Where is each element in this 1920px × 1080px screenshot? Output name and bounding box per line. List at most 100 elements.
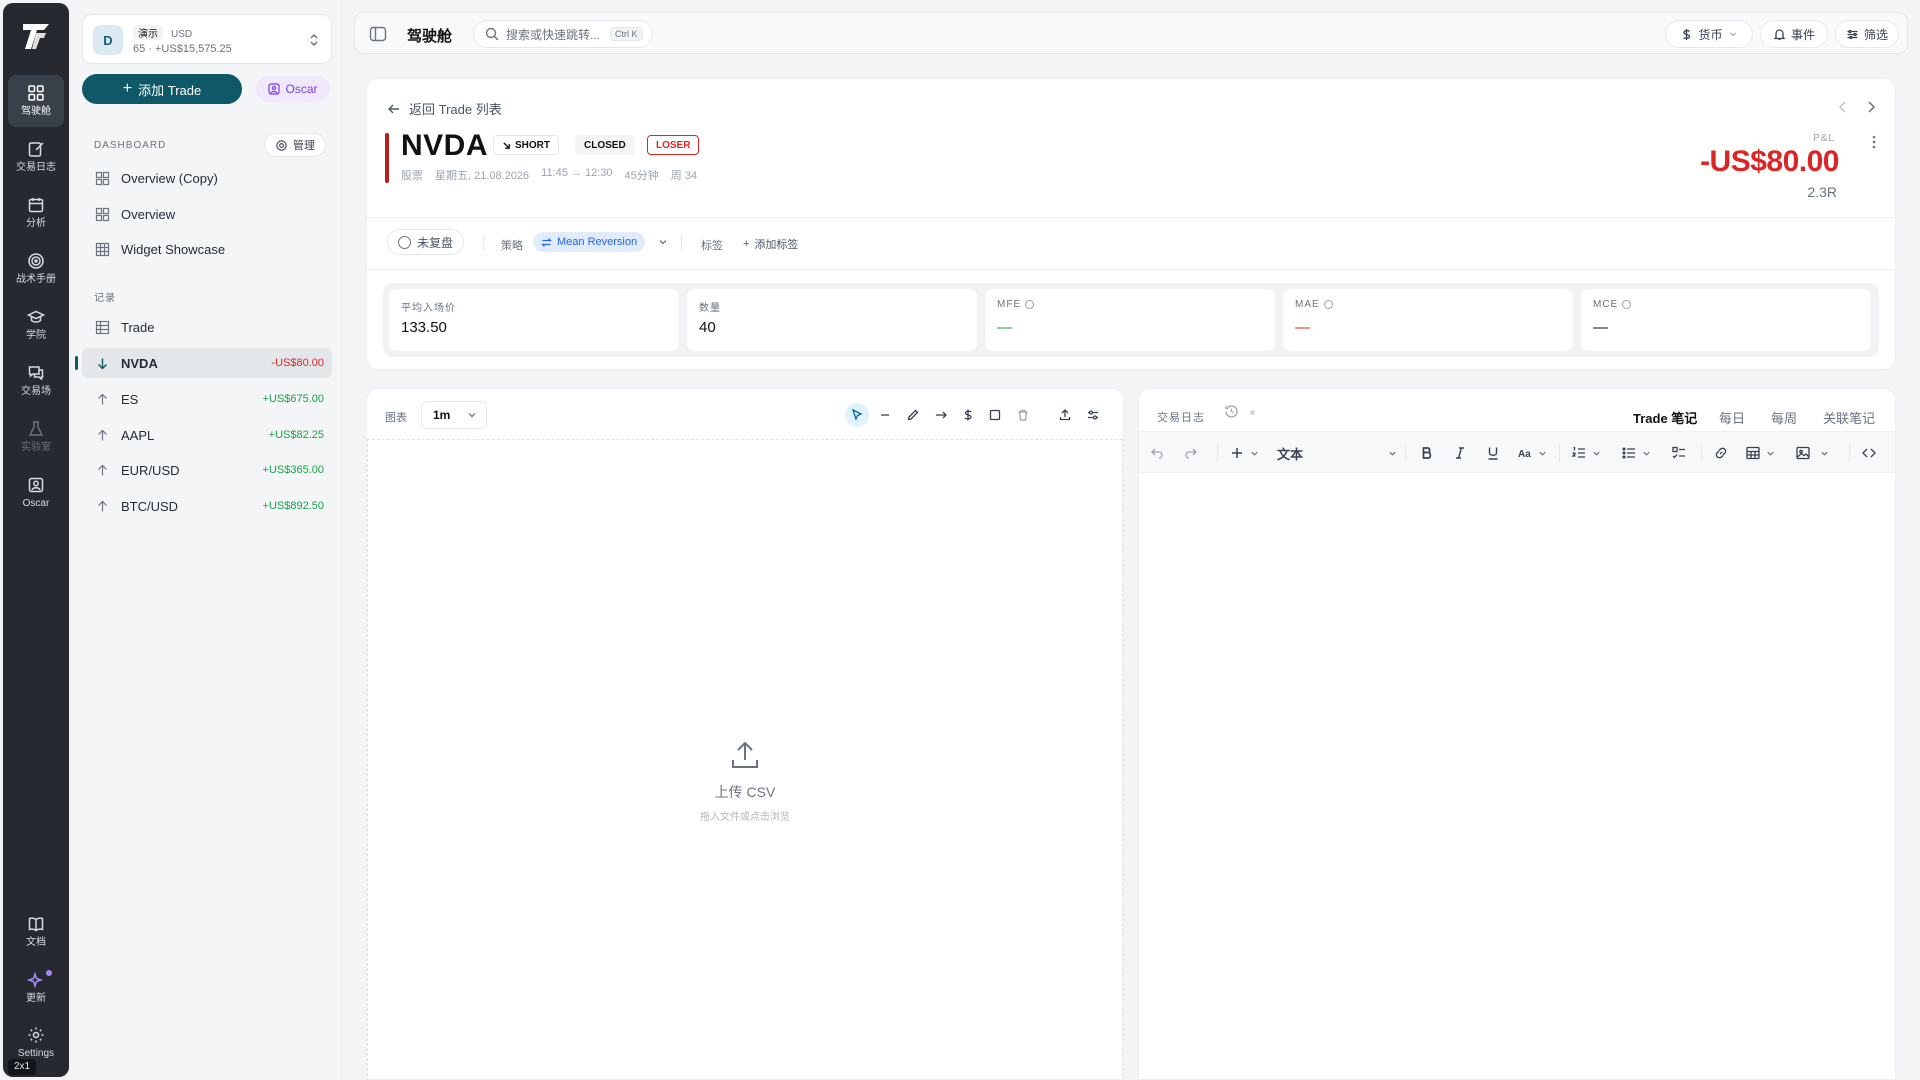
checklist-button[interactable] <box>1671 443 1687 463</box>
draw-tool[interactable] <box>901 403 925 427</box>
text-style-button[interactable]: Aa <box>1517 443 1547 463</box>
rail-item-analysis[interactable]: 分析 <box>8 187 64 239</box>
tab-trade-notes[interactable]: Trade 笔记 <box>1633 401 1698 435</box>
add-trade-button[interactable]: + 添加 Trade <box>82 74 242 104</box>
settings-toggle-icon <box>1088 410 1098 420</box>
chevron-left-icon[interactable] <box>1835 99 1851 115</box>
trade-list-item-btcusd[interactable]: BTC/USD +US$892.50 <box>82 491 332 521</box>
italic-button[interactable] <box>1452 443 1468 463</box>
search-shortcut: Ctrl K <box>610 27 643 41</box>
rail-item-label: 交易日志 <box>16 162 56 173</box>
image-icon <box>1796 446 1810 460</box>
chevron-right-icon[interactable] <box>1863 99 1879 115</box>
trade-list-item-eurusd[interactable]: EUR/USD +US$365.00 <box>82 455 332 485</box>
add-tag-button[interactable]: + 添加标签 <box>743 236 798 252</box>
arrow-down-icon <box>98 358 107 369</box>
currency-button[interactable]: 货币 <box>1665 20 1753 48</box>
oscar-button[interactable]: Oscar <box>256 76 330 102</box>
delete-drawings-button[interactable] <box>1011 403 1035 427</box>
review-status-button[interactable]: 未复盘 <box>387 229 465 255</box>
info-icon[interactable] <box>1323 300 1333 309</box>
link-button[interactable] <box>1713 443 1729 463</box>
app-logo[interactable] <box>19 19 53 53</box>
rail-item-arena[interactable]: 交易场 <box>8 355 64 407</box>
trade-list-item-es[interactable]: ES +US$675.00 <box>82 384 332 414</box>
dollar-icon <box>1683 28 1691 40</box>
upload-csv-prompt[interactable]: 上传 CSV 拖入文件或点击浏览 <box>368 738 1122 823</box>
arrow-up-icon <box>98 464 107 475</box>
tab-linked-notes[interactable]: 关联笔记 <box>1823 401 1875 435</box>
ordered-list-button[interactable] <box>1571 443 1601 463</box>
rail-item-oscar[interactable]: Oscar <box>8 467 64 519</box>
chevron-down-icon <box>1729 32 1736 37</box>
filter-button[interactable]: 筛选 <box>1835 20 1899 48</box>
timeframe-select[interactable]: 1m <box>421 401 487 429</box>
sidebar-item-overview[interactable]: Overview <box>82 199 332 229</box>
sidebar-item-overview-copy[interactable]: Overview (Copy) <box>82 163 332 193</box>
info-icon[interactable] <box>1025 300 1035 309</box>
rail-item-playbook[interactable]: 战术手册 <box>8 243 64 295</box>
strategy-name: Mean Reversion <box>557 236 638 248</box>
upload-title: 上传 CSV <box>714 784 776 800</box>
block-type-select[interactable]: 文本 <box>1277 443 1397 463</box>
underline-button[interactable] <box>1485 443 1501 463</box>
dashboard-icon <box>28 85 44 101</box>
sidebar-toggle-icon[interactable] <box>367 23 389 45</box>
events-label: 事件 <box>1790 27 1815 42</box>
rail-item-lab[interactable]: 实验室 <box>8 411 64 463</box>
table-button[interactable] <box>1745 443 1775 463</box>
sidebar-item-trade[interactable]: Trade <box>82 312 332 342</box>
bullet-list-button[interactable] <box>1621 443 1651 463</box>
search-input[interactable]: 搜索或快速跳转... Ctrl K <box>473 20 653 48</box>
journal-editor[interactable] <box>1139 475 1895 1080</box>
plus-icon: + <box>743 238 750 250</box>
manage-button[interactable]: 管理 <box>264 133 326 157</box>
rail-item-academy[interactable]: 学院 <box>8 299 64 351</box>
code-view-button[interactable] <box>1861 443 1877 463</box>
redo-button[interactable] <box>1183 443 1199 463</box>
events-button[interactable]: 事件 <box>1760 20 1828 48</box>
rail-item-journal[interactable]: 交易日志 <box>8 131 64 183</box>
arrow-tool[interactable] <box>929 403 953 427</box>
app-rail: 驾驶舱 交易日志 分析 战术手册 学院 交易场 实验室 Oscar 文档 更新 … <box>3 3 69 1077</box>
trade-list-item-aapl[interactable]: AAPL +US$82.25 <box>82 420 332 450</box>
tab-daily[interactable]: 每日 <box>1719 401 1745 435</box>
rail-item-updates[interactable]: 更新 <box>8 962 64 1014</box>
upload-button[interactable] <box>1053 403 1077 427</box>
chevron-down-icon <box>1539 451 1546 456</box>
bold-button[interactable] <box>1419 443 1435 463</box>
trade-list-item-nvda[interactable]: NVDA -US$80.00 <box>75 348 332 378</box>
ordered-list-icon <box>1571 446 1585 458</box>
rail-item-label: 文档 <box>26 937 46 948</box>
r-multiple: 2.3R <box>1807 184 1837 200</box>
rail-item-docs[interactable]: 文档 <box>8 906 64 958</box>
sidebar-item-widget-showcase[interactable]: Widget Showcase <box>82 234 332 264</box>
line-tool[interactable] <box>873 403 897 427</box>
block-type-value: 文本 <box>1277 446 1304 462</box>
chart-settings-button[interactable] <box>1081 403 1105 427</box>
select-tool[interactable] <box>845 403 869 427</box>
sliders-icon <box>1847 29 1858 39</box>
more-menu-icon[interactable] <box>1865 133 1883 151</box>
insert-block-button[interactable] <box>1229 443 1259 463</box>
account-name: 演示 USD <box>133 25 192 40</box>
tab-weekly[interactable]: 每周 <box>1771 401 1797 435</box>
divider <box>483 235 484 251</box>
price-tool[interactable] <box>956 403 980 427</box>
chevron-down-icon[interactable] <box>657 236 669 248</box>
account-switcher[interactable]: D 演示 USD 65 · +US$15,575.25 <box>82 14 332 64</box>
csv-drop-zone[interactable]: 上传 CSV 拖入文件或点击浏览 <box>367 439 1123 1080</box>
strategy-tag[interactable]: Mean Reversion <box>533 232 646 252</box>
account-currency: USD <box>171 29 193 40</box>
image-button[interactable] <box>1795 443 1829 463</box>
info-icon[interactable] <box>1622 300 1632 309</box>
history-icon[interactable] <box>1223 403 1240 420</box>
trade-symbol: NVDA <box>121 355 158 371</box>
rail-item-cockpit[interactable]: 驾驶舱 <box>8 75 64 127</box>
undo-button[interactable] <box>1149 443 1165 463</box>
stat-quantity: 数量 40 <box>687 289 977 351</box>
back-link[interactable]: 返回 Trade 列表 <box>387 99 502 118</box>
journal-panel: 交易日志 Trade 笔记 每日 每周 关联笔记 文本 Aa <box>1138 388 1896 1080</box>
trade-symbol: AAPL <box>121 427 155 443</box>
rectangle-tool[interactable] <box>983 403 1007 427</box>
